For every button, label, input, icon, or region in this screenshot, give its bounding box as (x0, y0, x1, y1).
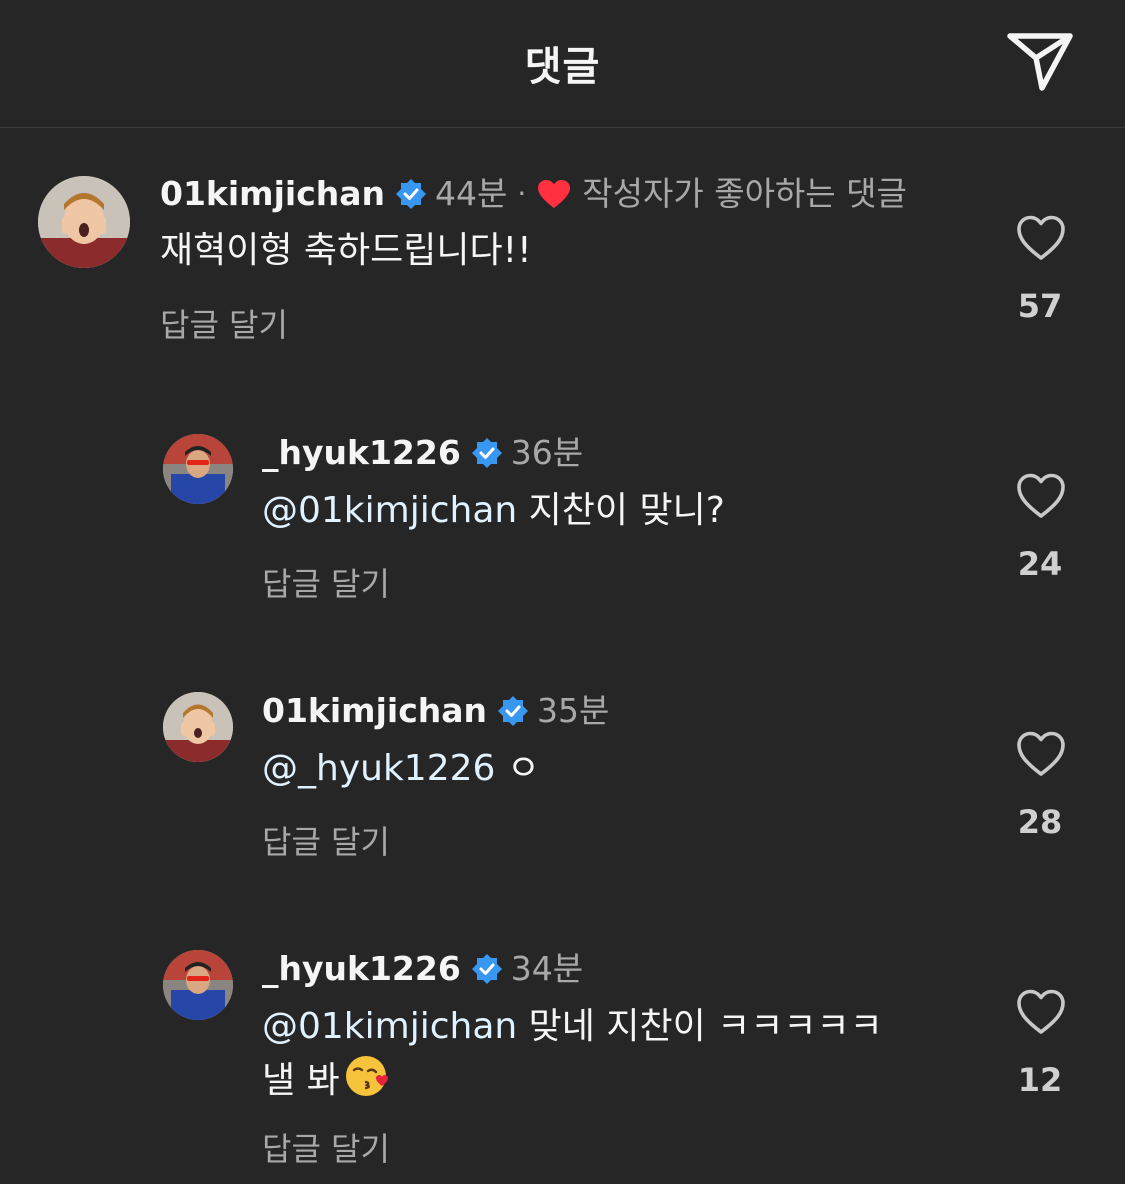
avatar[interactable] (163, 692, 233, 762)
username[interactable]: 01kimjichan (160, 174, 385, 214)
username[interactable]: _hyuk1226 (262, 949, 461, 989)
heart-outline-icon (1017, 473, 1065, 518)
reply-button[interactable]: 답글 달기 (262, 817, 390, 863)
comment-text: 재혁이형 축하드립니다!! (160, 226, 532, 276)
comment-time: 34분 (510, 949, 584, 988)
verified-badge-icon (471, 437, 503, 469)
heart-outline-icon (1017, 731, 1065, 776)
comment-meta: 01kimjichan 44분 · 작성자가 좋아하는 댓글 (160, 174, 907, 214)
reply-button[interactable]: 답글 달기 (262, 1124, 390, 1170)
username[interactable]: _hyuk1226 (262, 433, 461, 473)
verified-badge-icon (497, 695, 529, 727)
heart-outline-icon (1017, 989, 1065, 1034)
comment-time: 44분 (435, 174, 508, 213)
avatar-image-icon (163, 950, 233, 1020)
share-button[interactable] (1004, 28, 1076, 94)
comment-meta: _hyuk1226 34분 (262, 949, 583, 989)
verified-badge-icon (471, 953, 503, 985)
comment-body: 맞네 지찬이 ㅋㅋㅋㅋㅋ (517, 1006, 883, 1047)
mention-link[interactable]: @_hyuk1226 (262, 748, 495, 789)
comment-time: 35분 (537, 691, 610, 730)
comment-body: 재혁이형 축하드립니다!! (160, 230, 532, 271)
paper-plane-icon (1007, 33, 1073, 91)
like-count: 28 (1017, 803, 1063, 841)
heart-filled-icon (536, 178, 572, 210)
like-count: 12 (1017, 1061, 1063, 1099)
comment-body: 지찬이 맞니? (517, 490, 725, 531)
comment-text-line2: 낼 봐 (262, 1052, 392, 1106)
like-button[interactable] (1015, 988, 1067, 1036)
avatar-image-icon (163, 434, 233, 504)
separator: · (517, 177, 527, 210)
comment-body-line2: 낼 봐 (262, 1060, 340, 1101)
like-button[interactable] (1015, 730, 1067, 778)
like-count: 24 (1017, 545, 1063, 583)
reply-button[interactable]: 답글 달기 (160, 300, 288, 346)
comment-meta: 01kimjichan 35분 (262, 691, 609, 731)
avatar-image-icon (38, 176, 130, 268)
avatar[interactable] (38, 176, 130, 268)
avatar-image-icon (163, 692, 233, 762)
like-count: 57 (1017, 287, 1063, 325)
comment-body: ㅇ (495, 748, 540, 789)
like-button[interactable] (1015, 214, 1067, 262)
like-button[interactable] (1015, 472, 1067, 520)
mention-link[interactable]: @01kimjichan (262, 1006, 517, 1047)
comment-time: 36분 (510, 433, 584, 472)
page-title: 댓글 (524, 44, 601, 90)
comment-meta: _hyuk1226 36분 (262, 433, 583, 473)
avatar[interactable] (163, 434, 233, 504)
mention-link[interactable]: @01kimjichan (262, 490, 517, 531)
comment-text: @01kimjichan 맞네 지찬이 ㅋㅋㅋㅋㅋ (262, 1002, 883, 1052)
verified-badge-icon (395, 178, 427, 210)
author-liked-label: 작성자가 좋아하는 댓글 (582, 174, 907, 213)
kissing-face-emoji-icon (344, 1052, 392, 1100)
comment-text: @_hyuk1226 ㅇ (262, 744, 540, 794)
username[interactable]: 01kimjichan (262, 691, 487, 731)
heart-outline-icon (1017, 215, 1065, 260)
reply-button[interactable]: 답글 달기 (262, 559, 390, 605)
avatar[interactable] (163, 950, 233, 1020)
comment-text: @01kimjichan 지찬이 맞니? (262, 486, 725, 536)
header-bar: 댓글 (0, 0, 1125, 128)
